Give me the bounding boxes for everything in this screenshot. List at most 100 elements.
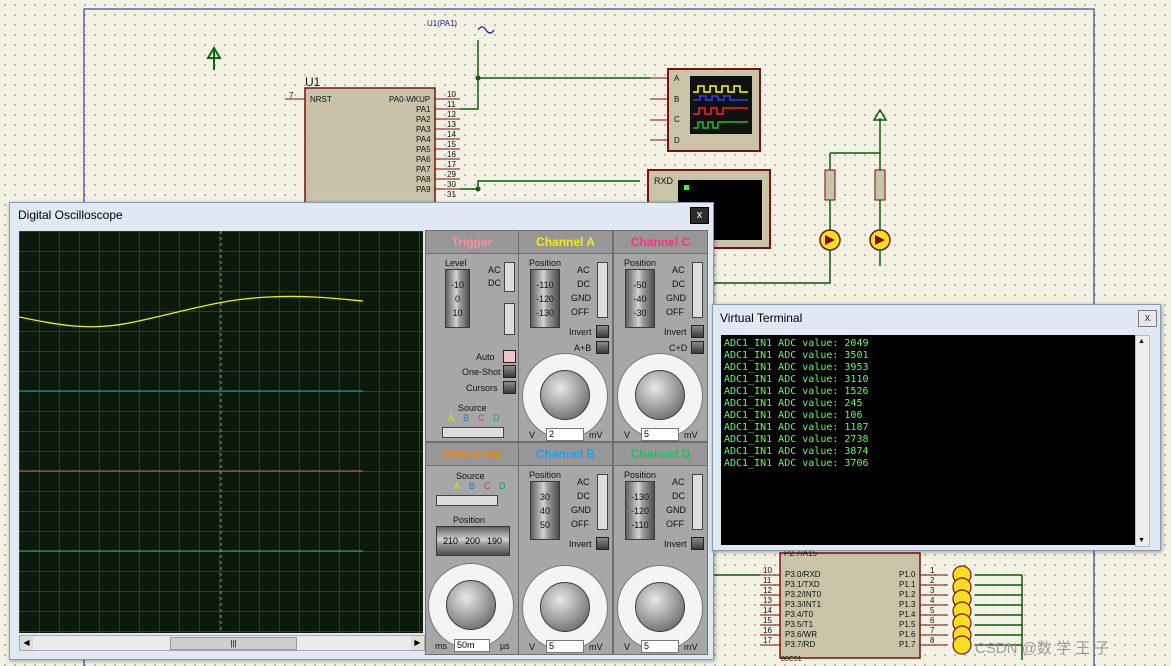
mcu2-pin-number-right: 2 xyxy=(930,576,935,585)
terminal-line: ADC1_IN1 ADC value: 106 xyxy=(724,410,863,421)
mcu2-pin-number-right: 6 xyxy=(930,616,935,625)
channel-a-title: Channel A xyxy=(519,231,612,254)
mcu2-port-right-label: P1.3 xyxy=(899,600,916,609)
channel-c-volts-knob[interactable] xyxy=(635,370,685,420)
position-label: Position xyxy=(529,470,562,480)
horizontal-source-c: C xyxy=(484,481,491,491)
trigger-dc-label: DC xyxy=(488,278,501,288)
mcu-pin-label: PA3 xyxy=(416,125,431,134)
oscilloscope-close-button[interactable]: x xyxy=(690,207,709,224)
combine-button[interactable] xyxy=(596,341,609,354)
terminal-output[interactable]: ADC1_IN1 ADC value: 2049 ADC1_IN1 ADC val… xyxy=(721,335,1136,545)
position-label: Position xyxy=(529,258,562,268)
trigger-source-slider[interactable] xyxy=(442,427,504,438)
horizontal-source-slider[interactable] xyxy=(436,495,498,506)
channel-b-volts-knob[interactable] xyxy=(540,582,590,632)
channel-b-value[interactable]: 5 xyxy=(546,640,584,653)
scope-input-label: D xyxy=(674,135,680,145)
invert-button[interactable] xyxy=(596,537,609,550)
terminal-scrollbar[interactable]: ▲ ▼ xyxy=(1135,335,1150,547)
coupling-switch[interactable] xyxy=(597,474,608,530)
horizontal-source-label: Source xyxy=(456,471,485,481)
pa0-label: PA0-WKUP xyxy=(389,95,431,104)
scope-input-label: B xyxy=(674,94,680,104)
trigger-level-drum[interactable]: -10 0 10 xyxy=(445,269,470,328)
auto-button[interactable] xyxy=(503,350,516,363)
mcu2-pin-number: 14 xyxy=(763,606,772,615)
horizontal-position-drum[interactable]: 210 200 190 xyxy=(436,526,510,556)
channel-b-title: Channel B xyxy=(519,443,612,466)
terminal-close-button[interactable]: x xyxy=(1138,310,1157,327)
trigger-source-c: C xyxy=(478,413,485,423)
mcu2-port-right-label: P1.5 xyxy=(899,620,916,629)
horizontal-unit-right: µs xyxy=(500,641,510,651)
mcu-pin-number: 30 xyxy=(447,180,456,189)
terminal-line: ADC1_IN1 ADC value: 2049 xyxy=(724,338,869,349)
terminal-scroll-up[interactable]: ▲ xyxy=(1138,338,1145,345)
mcu2-pin-number-right: 8 xyxy=(930,636,935,645)
channel-a-position-drum[interactable]: -110 -120 -130 xyxy=(530,269,560,328)
channel-c-position-drum[interactable]: -50 -40 -30 xyxy=(625,269,655,328)
probe-label: U1(PA1) xyxy=(427,19,458,28)
mcu-pin-label: PA8 xyxy=(416,175,431,184)
combine-label: C+D xyxy=(669,343,688,353)
scroll-right-arrow[interactable]: ▶ xyxy=(411,636,424,650)
terminal-window[interactable]: Virtual Terminal x ADC1_IN1 ADC value: 2… xyxy=(712,304,1161,551)
scroll-left-arrow[interactable]: ◀ xyxy=(20,636,33,650)
combine-button[interactable] xyxy=(691,341,704,354)
oscilloscope-window[interactable]: Digital Oscilloscope x ◀ ||| ▶ Trigger L… xyxy=(9,202,714,660)
one-shot-button[interactable] xyxy=(503,365,516,378)
channel-d-value[interactable]: 5 xyxy=(641,640,679,653)
horizontal-unit-left: ms xyxy=(435,641,447,651)
trigger-mode-oneshot: One-Shot xyxy=(462,367,501,377)
channel-a-volts-knob[interactable] xyxy=(540,370,590,420)
terminal-scroll-down[interactable]: ▼ xyxy=(1138,537,1145,544)
coupling-ac-label: AC xyxy=(672,265,685,275)
horizontal-source-a: A xyxy=(454,481,461,491)
horizontal-value[interactable]: 50m xyxy=(454,639,490,652)
coupling-dc-label: DC xyxy=(672,491,685,501)
channel-a-value[interactable]: 2 xyxy=(546,428,584,441)
unit-left: V xyxy=(624,642,631,652)
position-label: Position xyxy=(624,258,657,268)
invert-button[interactable] xyxy=(691,537,704,550)
invert-button[interactable] xyxy=(691,325,704,338)
trigger-edge-switch[interactable] xyxy=(504,303,515,335)
coupling-gnd-label: GND xyxy=(571,505,591,515)
mcu2-port-right-label: P1.7 xyxy=(899,640,916,649)
mcu2-port-label: P3.7/RD xyxy=(785,640,816,649)
cursors-button[interactable] xyxy=(503,381,516,394)
mcu2-pin-number-right: 1 xyxy=(930,566,935,575)
unit-left: V xyxy=(529,642,536,652)
mcu2-port-right-label: P1.4 xyxy=(899,610,916,619)
channel-d-position-drum[interactable]: -130 -120 -110 xyxy=(625,481,655,540)
rxd-label: RXD xyxy=(654,176,674,186)
coupling-switch[interactable] xyxy=(597,262,608,318)
terminal-line: ADC1_IN1 ADC value: 3953 xyxy=(724,362,869,373)
trigger-title: Trigger xyxy=(426,231,518,254)
scroll-thumb[interactable]: ||| xyxy=(170,637,297,650)
coupling-gnd-label: GND xyxy=(666,293,686,303)
channel-c-value[interactable]: 5 xyxy=(641,428,679,441)
position-label: Position xyxy=(624,470,657,480)
channel-c-title: Channel C xyxy=(614,231,707,254)
mcu2-port-label: P3.4/T0 xyxy=(785,610,814,619)
coupling-switch[interactable] xyxy=(692,262,703,318)
horizontal-timebase-knob[interactable] xyxy=(446,580,496,630)
channel-b-position-drum[interactable]: 30 40 50 xyxy=(530,481,560,540)
scope-scrollbar[interactable]: ◀ ||| ▶ xyxy=(19,635,425,651)
mcu2-pin-number-right: 3 xyxy=(930,586,935,595)
scope-screen[interactable] xyxy=(19,231,423,633)
trigger-mode-auto: Auto xyxy=(476,352,495,362)
invert-button[interactable] xyxy=(596,325,609,338)
coupling-gnd-label: GND xyxy=(571,293,591,303)
mcu-pin-number: 14 xyxy=(447,130,456,139)
horizontal-title: Horizontal xyxy=(426,443,518,466)
watermark: CSDN @数 学 王 子 xyxy=(975,640,1110,657)
coupling-switch[interactable] xyxy=(692,474,703,530)
mcu2-pin-number-right: 5 xyxy=(930,606,935,615)
channel-d-title: Channel D xyxy=(614,443,707,466)
channel-d-volts-knob[interactable] xyxy=(635,582,685,632)
trigger-coupling-switch[interactable] xyxy=(504,262,515,292)
horizontal-position-label: Position xyxy=(453,515,486,525)
